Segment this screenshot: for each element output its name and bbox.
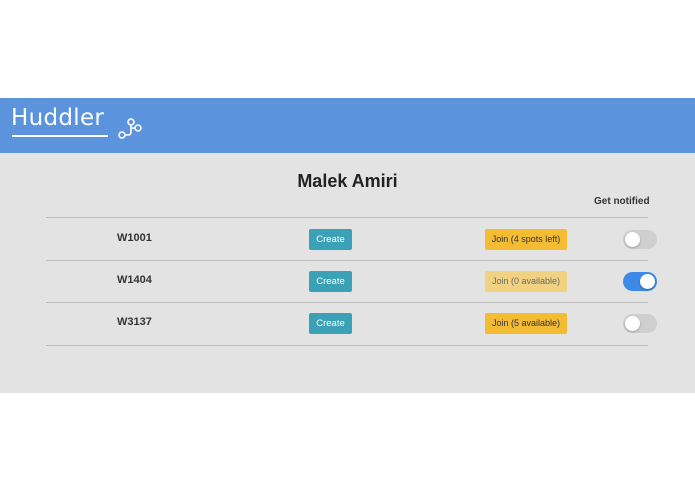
notify-column-header: Get notified — [594, 196, 650, 207]
divider — [46, 260, 648, 261]
toggle-knob — [625, 232, 640, 247]
branch-nodes-icon — [118, 118, 142, 139]
join-button[interactable]: Join (4 spots left) — [485, 229, 567, 250]
divider — [46, 345, 648, 346]
create-button[interactable]: Create — [309, 229, 352, 250]
room-row: W3137 Create Join (5 available) — [0, 304, 695, 346]
toggle-knob — [640, 274, 655, 289]
room-code: W1001 — [117, 232, 152, 244]
divider — [46, 217, 648, 218]
main-content: Malek Amiri Get notified W1001 Create Jo… — [0, 153, 695, 393]
logo-underline — [12, 135, 108, 137]
room-code: W3137 — [117, 316, 152, 328]
create-button[interactable]: Create — [309, 271, 352, 292]
app-logo[interactable]: Huddler — [11, 104, 142, 139]
room-row: W1404 Create Join (0 available) — [0, 262, 695, 304]
notify-toggle[interactable] — [623, 230, 657, 249]
join-button[interactable]: Join (0 available) — [485, 271, 567, 292]
app-header: Huddler — [0, 98, 695, 153]
room-row: W1001 Create Join (4 spots left) — [0, 220, 695, 262]
page-title: Malek Amiri — [297, 171, 398, 191]
notify-toggle[interactable] — [623, 314, 657, 333]
notify-toggle[interactable] — [623, 272, 657, 291]
join-button[interactable]: Join (5 available) — [485, 313, 567, 334]
divider — [46, 302, 648, 303]
page: Huddler Malek Amiri Get notified W1001 C… — [0, 0, 695, 494]
room-code: W1404 — [117, 274, 152, 286]
create-button[interactable]: Create — [309, 313, 352, 334]
app-logo-text: Huddler — [11, 105, 105, 131]
toggle-knob — [625, 316, 640, 331]
